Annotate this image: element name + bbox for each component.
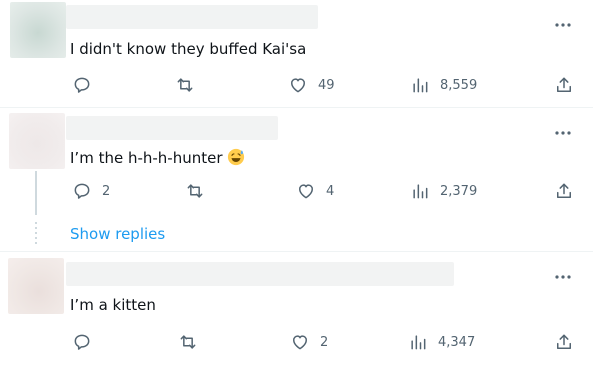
retweet-button[interactable] [175,74,195,96]
analytics-icon [413,184,428,199]
like-count: 2 [320,334,329,350]
share-icon [557,183,571,198]
view-count: 8,559 [440,77,478,93]
heart-icon [291,78,305,93]
reply-post[interactable]: I’m a kitten 2 4,347 [0,252,593,365]
reply-button[interactable] [72,331,102,353]
author-name-redacted[interactable] [66,116,278,140]
view-count: 4,347 [438,334,476,350]
heart-icon [293,335,307,350]
reply-post[interactable]: I’m the h-h-h-hunter 2 4 2,379 Show repl… [0,108,593,250]
avatar[interactable] [9,113,65,169]
retweet-button[interactable] [185,180,205,202]
more-options-icon[interactable] [553,267,573,287]
views-button[interactable]: 8,559 [410,74,477,96]
thread-line [35,171,37,215]
post-text: I’m a kitten [70,296,156,314]
analytics-icon [413,78,428,93]
avatar[interactable] [8,258,64,314]
heart-icon [299,184,313,199]
avatar[interactable] [10,2,66,58]
post-text-content: I’m the h-h-h-hunter [70,149,223,167]
like-count: 49 [318,77,335,93]
reply-count: 2 [102,183,111,199]
author-name-redacted[interactable] [66,262,454,286]
thread-continuation-dots [35,222,37,246]
analytics-icon [411,335,426,350]
more-options-icon[interactable] [553,15,573,35]
share-icon [557,334,571,349]
reply-button[interactable] [72,74,102,96]
views-button[interactable]: 4,347 [408,331,475,353]
views-button[interactable]: 2,379 [410,180,477,202]
share-button[interactable] [554,180,574,202]
retweet-icon [187,184,203,198]
share-button[interactable] [554,74,574,96]
action-bar: 2 4,347 [70,331,577,353]
reply-post[interactable]: I didn't know they buffed Kai'sa 49 8,55… [0,0,593,107]
reply-feed: I didn't know they buffed Kai'sa 49 8,55… [0,0,593,365]
like-count: 4 [326,183,335,199]
view-count: 2,379 [440,183,478,199]
show-replies-link[interactable]: Show replies [70,224,165,244]
author-name-redacted[interactable] [66,5,318,29]
action-bar: 49 8,559 [70,74,577,96]
post-text: I’m the h-h-h-hunter [70,148,245,168]
reply-button[interactable]: 2 [72,180,110,202]
share-icon [557,77,571,92]
post-text: I didn't know they buffed Kai'sa [70,40,307,58]
retweet-icon [180,335,196,349]
retweet-button[interactable] [178,331,198,353]
more-options-icon[interactable] [553,123,573,143]
grinning-sweat-emoji [228,148,245,166]
reply-icon [74,334,90,350]
reply-icon [74,183,90,199]
action-bar: 2 4 2,379 [70,180,577,202]
reply-icon [74,77,90,93]
like-button[interactable]: 2 [290,331,328,353]
retweet-icon [177,78,193,92]
share-button[interactable] [554,331,574,353]
like-button[interactable]: 49 [288,74,335,96]
like-button[interactable]: 4 [296,180,334,202]
